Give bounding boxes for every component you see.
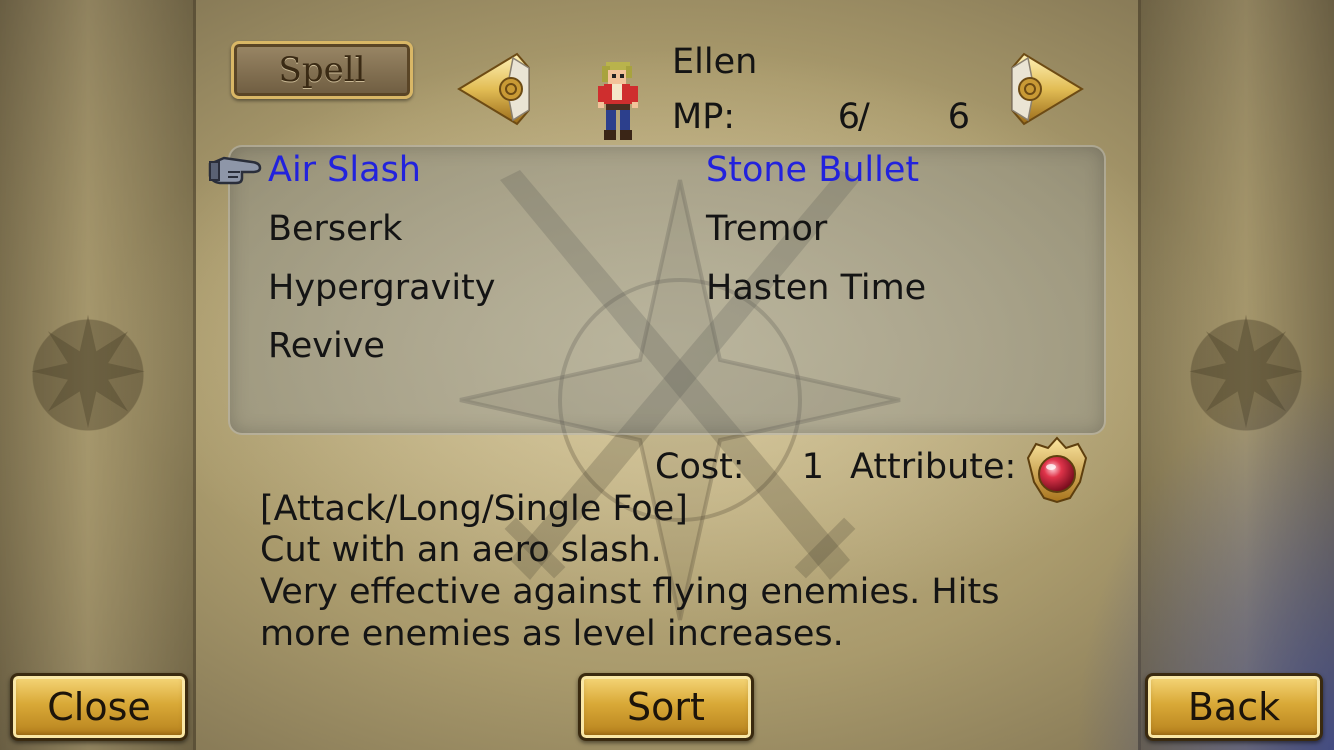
- spell-tab-label[interactable]: Spell: [231, 41, 413, 99]
- description-line: [Attack/Long/Single Foe]: [260, 489, 688, 529]
- spell-screen: ✷ ✷ Spell: [0, 0, 1334, 750]
- pointing-hand-cursor-icon: [208, 156, 262, 185]
- mp-label: MP:: [672, 97, 736, 137]
- spell-hypergravity[interactable]: Hypergravity: [268, 268, 495, 308]
- previous-character-arrow-icon[interactable]: [455, 48, 533, 130]
- mp-separator: /: [858, 97, 870, 137]
- ellen-character-sprite: [598, 62, 638, 140]
- mp-max: 6: [947, 97, 970, 137]
- back-button[interactable]: Back: [1145, 673, 1323, 741]
- spell-hasten-time[interactable]: Hasten Time: [706, 268, 926, 308]
- left-ornament-column: ✷: [0, 0, 196, 750]
- spell-revive[interactable]: Revive: [268, 326, 385, 366]
- compass-star-icon: ✷: [25, 288, 151, 462]
- spell-berserk[interactable]: Berserk: [268, 209, 402, 249]
- description-line: Cut with an aero slash.: [260, 530, 662, 570]
- description-line: more enemies as level increases.: [260, 614, 844, 654]
- spell-air-slash[interactable]: Air Slash: [268, 150, 421, 190]
- red-orb-icon: [1026, 436, 1088, 504]
- sort-button[interactable]: Sort: [578, 673, 754, 741]
- spell-tremor[interactable]: Tremor: [706, 209, 827, 249]
- description-line: Very effective against flying enemies. H…: [260, 572, 1000, 612]
- mp-current: 6: [837, 97, 860, 137]
- cost-label: Cost:: [655, 447, 745, 487]
- spell-stone-bullet[interactable]: Stone Bullet: [706, 150, 919, 190]
- character-name: Ellen: [672, 42, 758, 82]
- close-button[interactable]: Close: [10, 673, 188, 741]
- next-character-arrow-icon[interactable]: [1008, 48, 1086, 130]
- cost-value: 1: [801, 447, 824, 487]
- attribute-label: Attribute:: [850, 447, 1017, 487]
